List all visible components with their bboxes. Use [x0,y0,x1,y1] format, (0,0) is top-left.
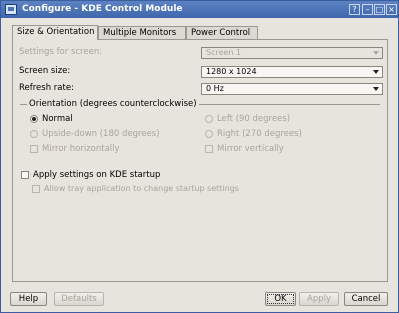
radio-upside-down-label: Upside-down (180 degrees) [42,129,160,139]
allow-tray-checkbox[interactable] [32,185,40,193]
orientation-group: Orientation (degrees counterclockwise) N… [20,99,380,158]
tab-panel: Settings for screen: Screen 1 Screen siz… [12,39,388,282]
app-icon[interactable] [5,4,17,15]
minimize-icon[interactable]: – [362,4,373,15]
radio-right-label: Right (270 degrees) [217,129,302,139]
tab-size-orientation[interactable]: Size & Orientation [12,25,98,40]
help-button[interactable]: Help [10,292,47,306]
radio-normal-label: Normal [42,114,73,124]
screen-size-label: Screen size: [19,66,71,76]
tab-multiple-monitors[interactable]: Multiple Monitors [98,26,186,39]
cancel-button[interactable]: Cancel [344,292,388,306]
apply-on-startup-label: Apply settings on KDE startup [33,170,161,180]
screen-size-value: 1280 x 1024 [206,67,257,76]
allow-tray-label: Allow tray application to change startup… [44,184,239,193]
help-question-icon[interactable]: ? [349,4,360,15]
mirror-horizontally-label: Mirror horizontally [42,144,120,154]
mirror-horizontally-checkbox[interactable] [30,145,38,153]
chevron-down-icon [373,51,379,55]
title-bar[interactable]: Configure - KDE Control Module ? – □ × [1,1,398,18]
apply-on-startup-checkbox[interactable] [21,171,29,179]
ok-button[interactable]: OK [265,292,296,306]
screen-select-value: Screen 1 [206,48,242,57]
orientation-group-title: Orientation (degrees counterclockwise) [27,99,199,109]
tab-power-control[interactable]: Power Control [186,26,258,39]
radio-normal[interactable] [30,115,38,123]
refresh-rate-label: Refresh rate: [19,83,74,93]
radio-left-label: Left (90 degrees) [217,114,291,124]
apply-button[interactable]: Apply [299,292,339,306]
screen-select[interactable]: Screen 1 [201,47,383,59]
refresh-rate-select[interactable]: 0 Hz [201,83,383,95]
chevron-down-icon [373,87,379,91]
close-icon[interactable]: × [386,4,397,15]
screen-size-select[interactable]: 1280 x 1024 [201,66,383,78]
screen-label: Settings for screen: [19,47,103,57]
window-title: Configure - KDE Control Module [22,4,183,14]
radio-upside-down[interactable] [30,130,38,138]
refresh-rate-value: 0 Hz [206,84,224,93]
configure-window: Configure - KDE Control Module ? – □ × S… [0,0,399,313]
radio-left[interactable] [205,115,213,123]
defaults-button[interactable]: Defaults [54,292,104,306]
maximize-icon[interactable]: □ [374,4,385,15]
mirror-vertically-checkbox[interactable] [205,145,213,153]
radio-right[interactable] [205,130,213,138]
chevron-down-icon [373,70,379,74]
mirror-vertically-label: Mirror vertically [217,144,284,154]
